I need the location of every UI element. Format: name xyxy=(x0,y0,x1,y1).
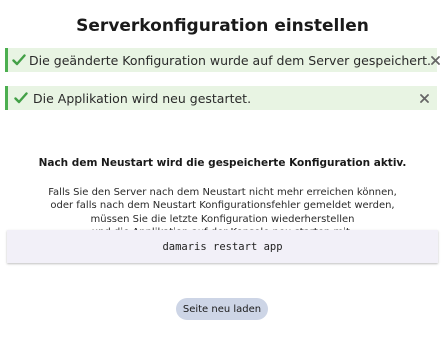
restart-command: damaris restart app xyxy=(162,240,283,253)
page-title: Serverkonfiguration einstellen xyxy=(76,16,369,36)
reload-page-button[interactable]: Seite neu laden xyxy=(176,298,268,320)
command-code-block: damaris restart app xyxy=(7,230,438,263)
success-alert-restart: Die Applikation wird neu gestartet. xyxy=(5,86,437,110)
instruction-line: oder falls nach dem Neustart Konfigurati… xyxy=(50,200,395,212)
instruction-line: müssen Sie die letzte Konfiguration wied… xyxy=(90,213,355,225)
check-icon xyxy=(12,89,30,107)
restart-info-heading: Nach dem Neustart wird die gespeicherte … xyxy=(38,157,407,169)
close-icon[interactable] xyxy=(417,91,431,105)
instruction-line: Falls Sie den Server nach dem Neustart n… xyxy=(48,187,397,198)
check-icon xyxy=(12,51,26,69)
success-alert-saved: Die geänderte Konfiguration wurde auf de… xyxy=(5,48,440,72)
alert-message: Die Applikation wird neu gestartet. xyxy=(33,90,252,106)
alert-message: Die geänderte Konfiguration wurde auf de… xyxy=(29,52,431,68)
close-icon[interactable] xyxy=(431,53,440,67)
